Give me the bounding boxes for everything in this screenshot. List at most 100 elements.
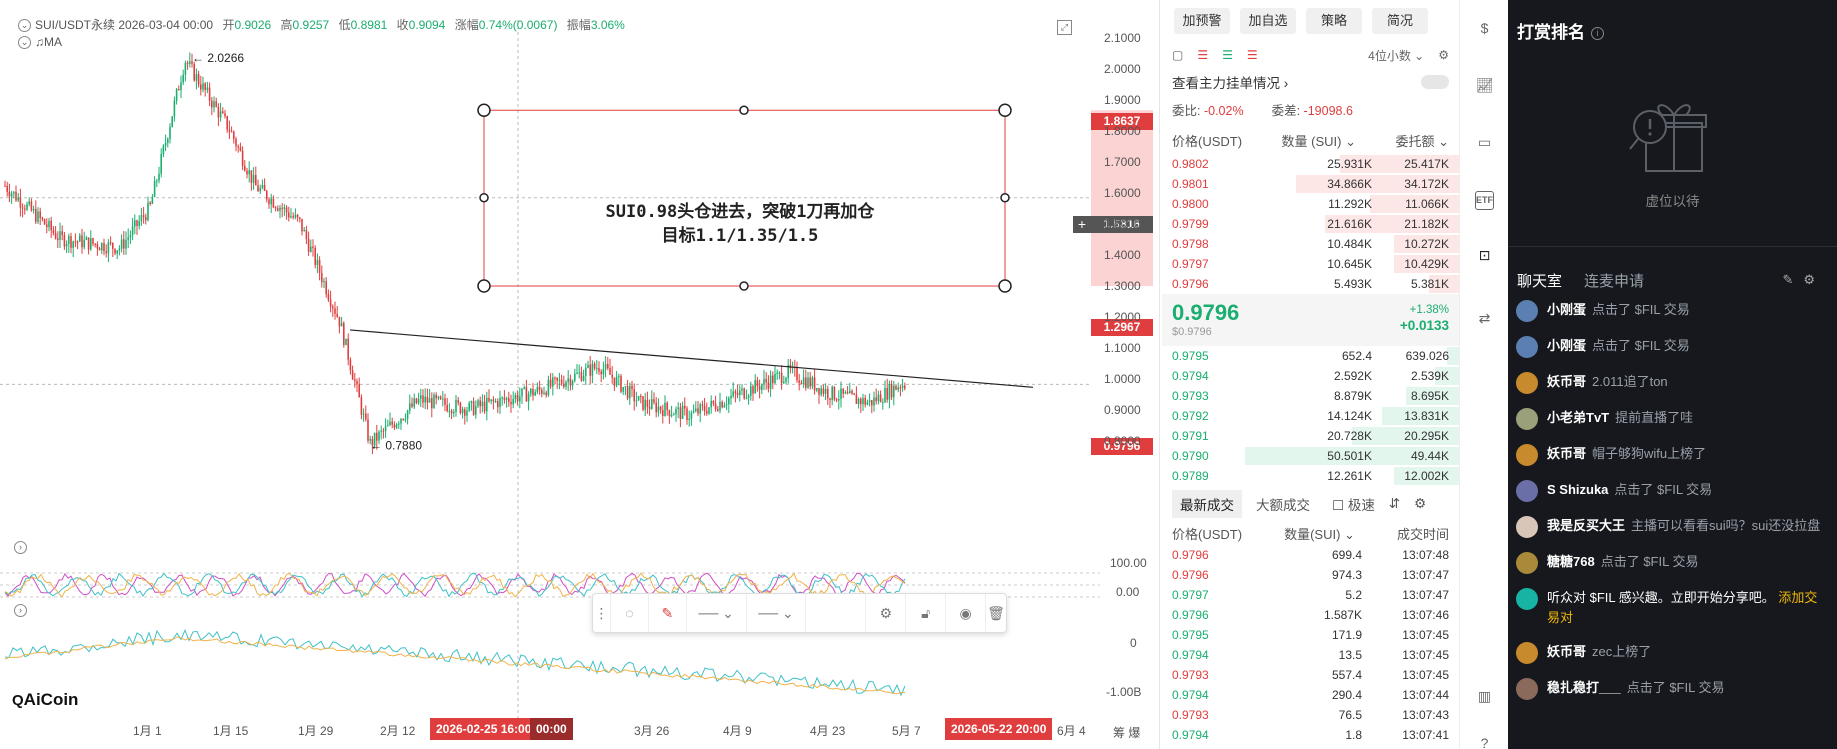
annotation-text[interactable]: SUI0.98头仓进去，突破1刀再加仓 目标1.1/1.35/1.5 bbox=[560, 200, 920, 248]
bid-row[interactable]: 0.9789 12.261K 12.002K bbox=[1162, 466, 1459, 486]
tab-mic-requests[interactable]: 连麦申请 bbox=[1584, 270, 1644, 291]
trade-settings-icon[interactable]: ⚙ bbox=[1414, 496, 1426, 512]
monitor-icon[interactable]: ▭ bbox=[1475, 134, 1494, 153]
tab-chatroom[interactable]: 聊天室 bbox=[1517, 270, 1562, 291]
chat-username[interactable]: 小刚蛋 bbox=[1547, 302, 1586, 317]
add-crosshair-icon[interactable]: + bbox=[1073, 216, 1091, 233]
bid-row[interactable]: 0.9794 2.592K 2.539K bbox=[1162, 366, 1459, 386]
pencil-icon[interactable]: ✎ bbox=[649, 594, 687, 632]
collapse-icon[interactable]: ⌄ bbox=[18, 19, 31, 33]
chat-username[interactable]: S Shizuka bbox=[1547, 482, 1608, 497]
trade-col-qty[interactable]: 数量(SUI) ⌄ bbox=[1284, 524, 1355, 543]
chat-username[interactable]: 妖币哥 bbox=[1547, 374, 1586, 389]
avatar[interactable] bbox=[1516, 480, 1538, 502]
candle-body bbox=[560, 379, 563, 384]
chart-trend-icon[interactable]: 📈︎ bbox=[1475, 77, 1494, 96]
ask-row[interactable]: 0.9801 34.866K 34.172K bbox=[1162, 174, 1459, 194]
candle-body bbox=[802, 377, 805, 385]
bar-date: 2026-03-04 00:00 bbox=[118, 18, 214, 32]
avatar[interactable] bbox=[1516, 408, 1538, 430]
tab-latest-trades[interactable]: 最新成交 bbox=[1172, 490, 1242, 518]
bids-view-icon[interactable]: ☰ bbox=[1222, 48, 1233, 62]
collapse-oscillator-icon[interactable]: › bbox=[14, 541, 27, 554]
avatar[interactable] bbox=[1516, 444, 1538, 466]
avatar[interactable] bbox=[1516, 552, 1538, 574]
chat-username[interactable]: 稳扎稳打___ bbox=[1547, 680, 1621, 695]
main-orders-toggle[interactable] bbox=[1421, 75, 1449, 89]
avatar[interactable] bbox=[1516, 642, 1538, 664]
info-icon[interactable]: i bbox=[1591, 27, 1604, 41]
help-icon[interactable]: ? bbox=[1475, 735, 1494, 749]
chat-username[interactable]: 我是反买大王 bbox=[1547, 518, 1625, 533]
collapse-ma-icon[interactable]: ⌄ bbox=[18, 36, 31, 50]
add-watchlist-button[interactable]: 加自选 bbox=[1240, 8, 1296, 34]
settings-icon[interactable]: ⚙ bbox=[1438, 48, 1449, 62]
filter-icon[interactable]: ⇵ bbox=[1389, 496, 1400, 512]
bid-row[interactable]: 0.9791 20.728K 20.295K bbox=[1162, 426, 1459, 446]
tab-large-trades[interactable]: 大额成交 bbox=[1256, 494, 1310, 514]
bid-row[interactable]: 0.9793 8.879K 8.695K bbox=[1162, 386, 1459, 406]
ask-row[interactable]: 0.9799 21.616K 21.182K bbox=[1162, 214, 1459, 234]
fast-mode-checkbox[interactable]: ☐ 极速 bbox=[1332, 494, 1375, 514]
eye-icon[interactable]: ◉ bbox=[946, 594, 987, 632]
magnet-icon[interactable]: ◌ bbox=[611, 594, 649, 632]
strategy-button[interactable]: 策略 bbox=[1306, 8, 1362, 34]
popout-icon[interactable]: ▢ bbox=[1172, 48, 1183, 62]
candle-body bbox=[882, 402, 884, 404]
line-width-icon[interactable]: ── ⌄ bbox=[747, 594, 807, 632]
bid-row[interactable]: 0.9795 652.4 639.026 bbox=[1162, 346, 1459, 366]
alert-bell-icon[interactable]: ♫ bbox=[35, 35, 44, 49]
line-style-icon[interactable]: ── ⌄ bbox=[687, 594, 747, 632]
chat-username[interactable]: 小刚蛋 bbox=[1547, 338, 1586, 353]
ma-indicator-line[interactable]: ⌄ ♫MA bbox=[18, 35, 62, 50]
decimals-select[interactable]: 4位小数 ⌄ bbox=[1368, 47, 1424, 64]
chat-username[interactable]: 糖糖768 bbox=[1547, 554, 1595, 569]
chat-username[interactable]: 妖币哥 bbox=[1547, 644, 1586, 659]
overview-button[interactable]: 简况 bbox=[1372, 8, 1428, 34]
ask-row[interactable]: 0.9802 25.931K 25.417K bbox=[1162, 154, 1459, 174]
chat-edit-icon[interactable]: ✎ bbox=[1782, 272, 1803, 287]
fullscreen-icon[interactable]: ⤢ bbox=[1057, 20, 1072, 35]
candle-body bbox=[604, 364, 607, 370]
both-sides-view-icon[interactable]: ☰ bbox=[1197, 48, 1208, 62]
settings-icon[interactable]: ⚙ bbox=[866, 594, 907, 632]
chat-message-list[interactable]: 小刚蛋 点击了 $FIL 交易 小刚蛋 点击了 $FIL 交易 妖币哥 2.011追了to… bbox=[1516, 300, 1828, 714]
swap-icon[interactable]: ⇄ bbox=[1475, 310, 1494, 329]
chat-settings-icon[interactable]: ⚙ bbox=[1803, 272, 1825, 287]
col-amount[interactable]: 委托额 ⌄ bbox=[1395, 131, 1449, 150]
dollar-icon[interactable]: $ bbox=[1475, 20, 1494, 39]
collapse-volume-icon[interactable]: › bbox=[14, 604, 27, 617]
robot-icon[interactable]: ⊡ bbox=[1475, 247, 1494, 266]
avatar[interactable] bbox=[1516, 300, 1538, 322]
ask-row[interactable]: 0.9800 11.292K 11.066K bbox=[1162, 194, 1459, 214]
ask-row[interactable]: 0.9797 10.645K 10.429K bbox=[1162, 254, 1459, 274]
bid-row[interactable]: 0.9790 50.501K 49.44K bbox=[1162, 446, 1459, 466]
chat-username[interactable]: 妖币哥 bbox=[1547, 446, 1586, 461]
chat-username[interactable]: 小老弟TvT bbox=[1547, 410, 1609, 425]
avatar[interactable] bbox=[1516, 372, 1538, 394]
avatar[interactable] bbox=[1516, 678, 1538, 700]
trash-icon[interactable]: 🗑︎ bbox=[986, 594, 1006, 632]
layout-icon[interactable]: ▥ bbox=[1475, 688, 1494, 707]
candle-body bbox=[101, 243, 103, 251]
candle-body bbox=[662, 410, 664, 417]
price-chart[interactable]: ← 2.0266 ← 0.7880 bbox=[0, 0, 1160, 749]
ask-row[interactable]: 0.9798 10.484K 10.272K bbox=[1162, 234, 1459, 254]
avatar[interactable] bbox=[1516, 516, 1538, 538]
candle-body bbox=[48, 220, 50, 228]
main-orders-link[interactable]: 查看主力挂单情况 › bbox=[1162, 70, 1459, 94]
col-qty[interactable]: 数量 (SUI) ⌄ bbox=[1282, 131, 1356, 150]
drag-handle-icon[interactable]: ⋮ bbox=[593, 594, 611, 632]
avatar[interactable] bbox=[1516, 336, 1538, 358]
chart-area[interactable]: ← 2.0266 ← 0.7880 ⌄ SUI/USDT永续 2026-03-04 … bbox=[0, 0, 1160, 749]
candle-body bbox=[288, 212, 290, 218]
etf-icon[interactable]: ETF bbox=[1475, 191, 1494, 210]
avatar[interactable] bbox=[1516, 588, 1538, 610]
add-alert-button[interactable]: 加预警 bbox=[1174, 8, 1230, 34]
candle-body bbox=[833, 386, 836, 400]
lock-icon[interactable]: 🔓︎ bbox=[906, 594, 947, 632]
asks-view-icon[interactable]: ☰ bbox=[1247, 48, 1258, 62]
ask-row[interactable]: 0.9796 5.493K 5.381K bbox=[1162, 274, 1459, 294]
trade-header: 价格(USDT) 数量(SUI) ⌄ 成交时间 bbox=[1162, 518, 1459, 545]
bid-row[interactable]: 0.9792 14.124K 13.831K bbox=[1162, 406, 1459, 426]
